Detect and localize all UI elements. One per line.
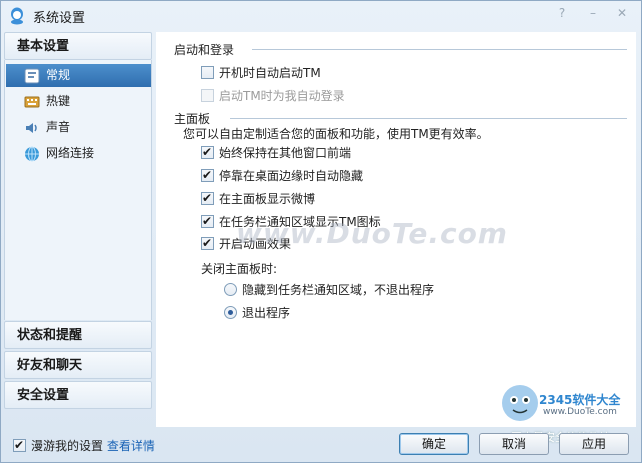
- keyboard-icon: [24, 96, 40, 108]
- help-button[interactable]: ?: [551, 4, 573, 22]
- exit-program-radio[interactable]: [224, 306, 237, 319]
- auto-start-checkbox[interactable]: [201, 66, 214, 79]
- sidebar-item-label: 常规: [46, 68, 71, 82]
- option-label: 在主面板显示微博: [219, 192, 316, 206]
- hide-to-tray-radio[interactable]: [224, 283, 237, 296]
- section-divider: [230, 118, 627, 119]
- app-logo-icon: [11, 7, 23, 25]
- close-behavior-label: 关闭主面板时:: [201, 262, 278, 276]
- sidebar: 基本设置 常规 热键 声音 网络连接 状态和提醒 好友和聊天 安全设置: [4, 32, 152, 412]
- tray-icon-checkbox[interactable]: [201, 213, 214, 229]
- auto-login-label: 启动TM时为我自动登录: [219, 89, 345, 103]
- window-title: 系统设置: [33, 11, 86, 26]
- roam-label-text: 漫游我的设置: [31, 439, 104, 453]
- mascot-logo-icon: [502, 385, 538, 421]
- corner-url: www.DuoTe.com: [543, 407, 617, 417]
- sidebar-item-sound[interactable]: 声音: [6, 116, 151, 139]
- settings-icon: [24, 68, 40, 84]
- settings-content: 启动和登录 开机时自动启动TM 启动TM时为我自动登录 主面板 您可以自由定制适…: [156, 32, 636, 427]
- sidebar-item-label: 网络连接: [46, 146, 95, 160]
- view-details-link[interactable]: 查看详情: [107, 439, 155, 453]
- show-weibo-checkbox[interactable]: [201, 190, 214, 206]
- sidebar-header-basic[interactable]: 基本设置: [4, 32, 152, 60]
- close-button[interactable]: ✕: [611, 4, 633, 22]
- option-label: 退出程序: [242, 306, 291, 320]
- corner-brand: 2345软件大全: [539, 393, 621, 407]
- sidebar-basic-panel: 常规 热键 声音 网络连接: [4, 60, 152, 320]
- animation-checkbox[interactable]: [201, 235, 214, 251]
- sidebar-item-general[interactable]: 常规: [6, 64, 151, 87]
- section-divider: [252, 49, 627, 50]
- sidebar-item-network[interactable]: 网络连接: [6, 142, 151, 165]
- auto-hide-checkbox[interactable]: [201, 167, 214, 183]
- settings-window: 系统设置 ? – ✕ 基本设置 常规 热键 声音 网络连接 状态和提醒 好友和聊…: [0, 0, 642, 463]
- sidebar-header-security[interactable]: 安全设置: [4, 381, 152, 409]
- sidebar-header-status[interactable]: 状态和提醒: [4, 321, 152, 349]
- sidebar-item-label: 声音: [46, 120, 71, 134]
- title-bar[interactable]: 系统设置 ? – ✕: [1, 1, 641, 31]
- ok-button[interactable]: 确定: [399, 433, 469, 455]
- panel-description: 您可以自由定制适合您的面板和功能，使用TM更有效率。: [183, 127, 489, 141]
- footer: 漫游我的设置 查看详情 确定 取消 应用: [1, 427, 641, 462]
- section-title-startup: 启动和登录: [174, 43, 235, 57]
- roam-settings-checkbox[interactable]: [13, 437, 26, 453]
- cancel-button[interactable]: 取消: [479, 433, 549, 455]
- sidebar-item-hotkeys[interactable]: 热键: [6, 90, 151, 113]
- option-label: 始终保持在其他窗口前端: [219, 146, 352, 160]
- auto-start-label: 开机时自动启动TM: [219, 66, 321, 80]
- sidebar-item-label: 热键: [46, 94, 71, 108]
- apply-button[interactable]: 应用: [559, 433, 629, 455]
- option-label: 停靠在桌面边缘时自动隐藏: [219, 169, 364, 183]
- option-label: 隐藏到任务栏通知区域，不退出程序: [242, 283, 435, 297]
- watermark-center: www.DuoTe.com: [236, 217, 508, 250]
- auto-login-checkbox: [201, 89, 214, 102]
- network-icon: [25, 146, 39, 162]
- always-on-top-checkbox[interactable]: [201, 144, 214, 160]
- speaker-icon: [26, 123, 37, 133]
- sidebar-header-friends[interactable]: 好友和聊天: [4, 351, 152, 379]
- roam-settings-label: 漫游我的设置 查看详情: [31, 438, 155, 454]
- minimize-button[interactable]: –: [582, 4, 604, 22]
- section-title-panel: 主面板: [174, 112, 211, 126]
